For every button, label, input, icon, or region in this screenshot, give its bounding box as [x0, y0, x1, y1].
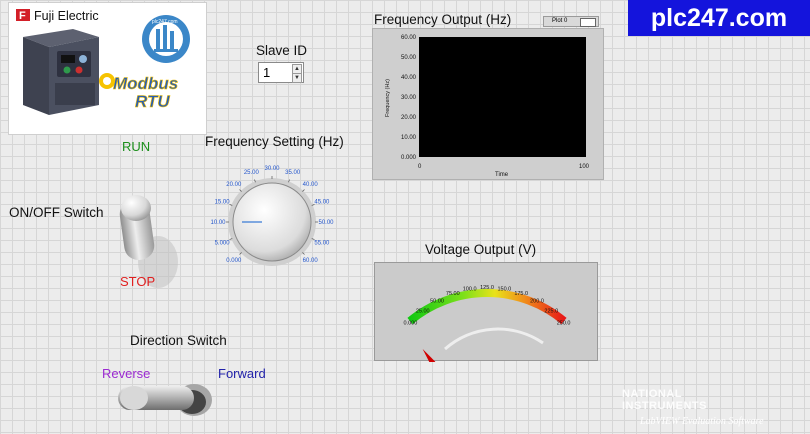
y-tick-label: 60.00 [401, 35, 417, 41]
logo-panel: F Fuji Electric plc247.com Modbus RTU [8, 2, 207, 135]
frequency-setting-knob[interactable]: 0.000 5.000 10.00 15.00 20.0025.00 30.00 35.00… [200, 152, 350, 272]
plot-legend[interactable]: Plot 0 [543, 16, 599, 27]
svg-text:RTU: RTU [135, 92, 170, 111]
svg-text:F: F [19, 10, 26, 22]
knob-tick-label: 40.00 [303, 182, 319, 188]
brand-watermark: plc247.com [628, 0, 810, 36]
gauge-tick-label: 200.0 [530, 298, 544, 304]
knob-tick-label: 20.00 [226, 182, 242, 188]
knob-tick-label: 10.00 [210, 220, 226, 226]
plot-style-icon [580, 18, 596, 27]
knob-tick-label: 35.00 [285, 170, 301, 176]
logo-graphic: F Fuji Electric plc247.com Modbus RTU [16, 9, 190, 115]
svg-text:Modbus: Modbus [113, 74, 178, 93]
voltage-output-gauge: 0.000 25.00 50.00 75.00 100.0 125.0 150.0 175.0… [374, 262, 598, 367]
gauge-tick-label: 0.000 [404, 321, 418, 327]
fuji-electric-text: Fuji Electric [34, 9, 99, 23]
gauge-tick-label: 250.0 [557, 321, 571, 327]
y-tick-label: 40.00 [401, 75, 417, 81]
gauge-tick-label: 225.0 [544, 308, 558, 314]
svg-text:plc247.com: plc247.com [152, 19, 178, 25]
y-tick-label: 0.000 [401, 155, 417, 161]
gauge-tick-label: 125.0 [480, 285, 494, 291]
frequency-output-graph: 60.00 50.00 40.00 30.00 20.00 10.00 0.000 Freq… [372, 28, 604, 180]
knob-tick-label: 25.00 [244, 170, 260, 176]
knob-tick-label: 55.00 [314, 241, 330, 247]
knob-tick-label: 30.00 [264, 166, 280, 172]
gauge-needle [422, 349, 436, 367]
modbus-rtu-logo: Modbus RTU [99, 73, 178, 111]
ni-logo: NATIONAL INSTRUMENTS [622, 388, 707, 412]
inverter-image [23, 29, 99, 115]
frequency-setting-label: Frequency Setting (Hz) [205, 134, 344, 149]
gauge-tick-label: 150.0 [497, 287, 511, 293]
slave-id-control: ▲ ▼ [258, 62, 304, 83]
gauge-tick-label: 175.0 [514, 291, 528, 297]
y-axis-label: Frequency (Hz) [385, 79, 391, 117]
knob-tick-label: 45.00 [314, 199, 330, 205]
gauge-tick-label: 50.00 [430, 298, 444, 304]
x-tick-label: 100 [579, 164, 590, 170]
knob-tick-label: 0.000 [226, 258, 242, 264]
x-tick-label: 0 [418, 164, 422, 170]
y-tick-label: 50.00 [401, 55, 417, 61]
direction-switch-label: Direction Switch [130, 333, 227, 348]
voltage-output-title: Voltage Output (V) [425, 242, 537, 257]
onoff-switch-label: ON/OFF Switch [9, 205, 104, 220]
y-tick-label: 20.00 [401, 115, 417, 121]
gauge-color-arc [407, 289, 567, 325]
slave-id-label: Slave ID [256, 43, 308, 58]
knob-tick-label: 15.00 [215, 199, 231, 205]
reverse-label: Reverse [102, 366, 151, 381]
plot-area [419, 37, 586, 157]
y-tick-label: 10.00 [401, 135, 417, 141]
labview-eval-text: LabVIEW Evaluation Software [640, 416, 764, 427]
frequency-output-title: Frequency Output (Hz) [374, 12, 512, 27]
slave-id-input[interactable] [259, 63, 295, 82]
gauge-tick-label: 75.00 [446, 291, 460, 297]
y-tick-label: 30.00 [401, 95, 417, 101]
direction-toggle-switch[interactable] [112, 380, 216, 420]
knob-tick-label: 5.000 [215, 241, 231, 247]
run-label: RUN [122, 139, 151, 154]
gauge-tick-label: 100.0 [463, 287, 477, 293]
forward-label: Forward [218, 366, 266, 381]
x-axis-label: Time [495, 172, 509, 178]
knob-tick-label: 50.00 [318, 220, 334, 226]
decrement-arrow-icon[interactable]: ▼ [292, 73, 302, 83]
stop-label: STOP [120, 274, 156, 289]
gauge-tick-label: 25.00 [416, 308, 430, 314]
knob-tick-label: 60.00 [303, 258, 319, 264]
plot-legend-label: Plot 0 [552, 18, 568, 24]
gear-logo-icon: plc247.com [142, 15, 190, 63]
